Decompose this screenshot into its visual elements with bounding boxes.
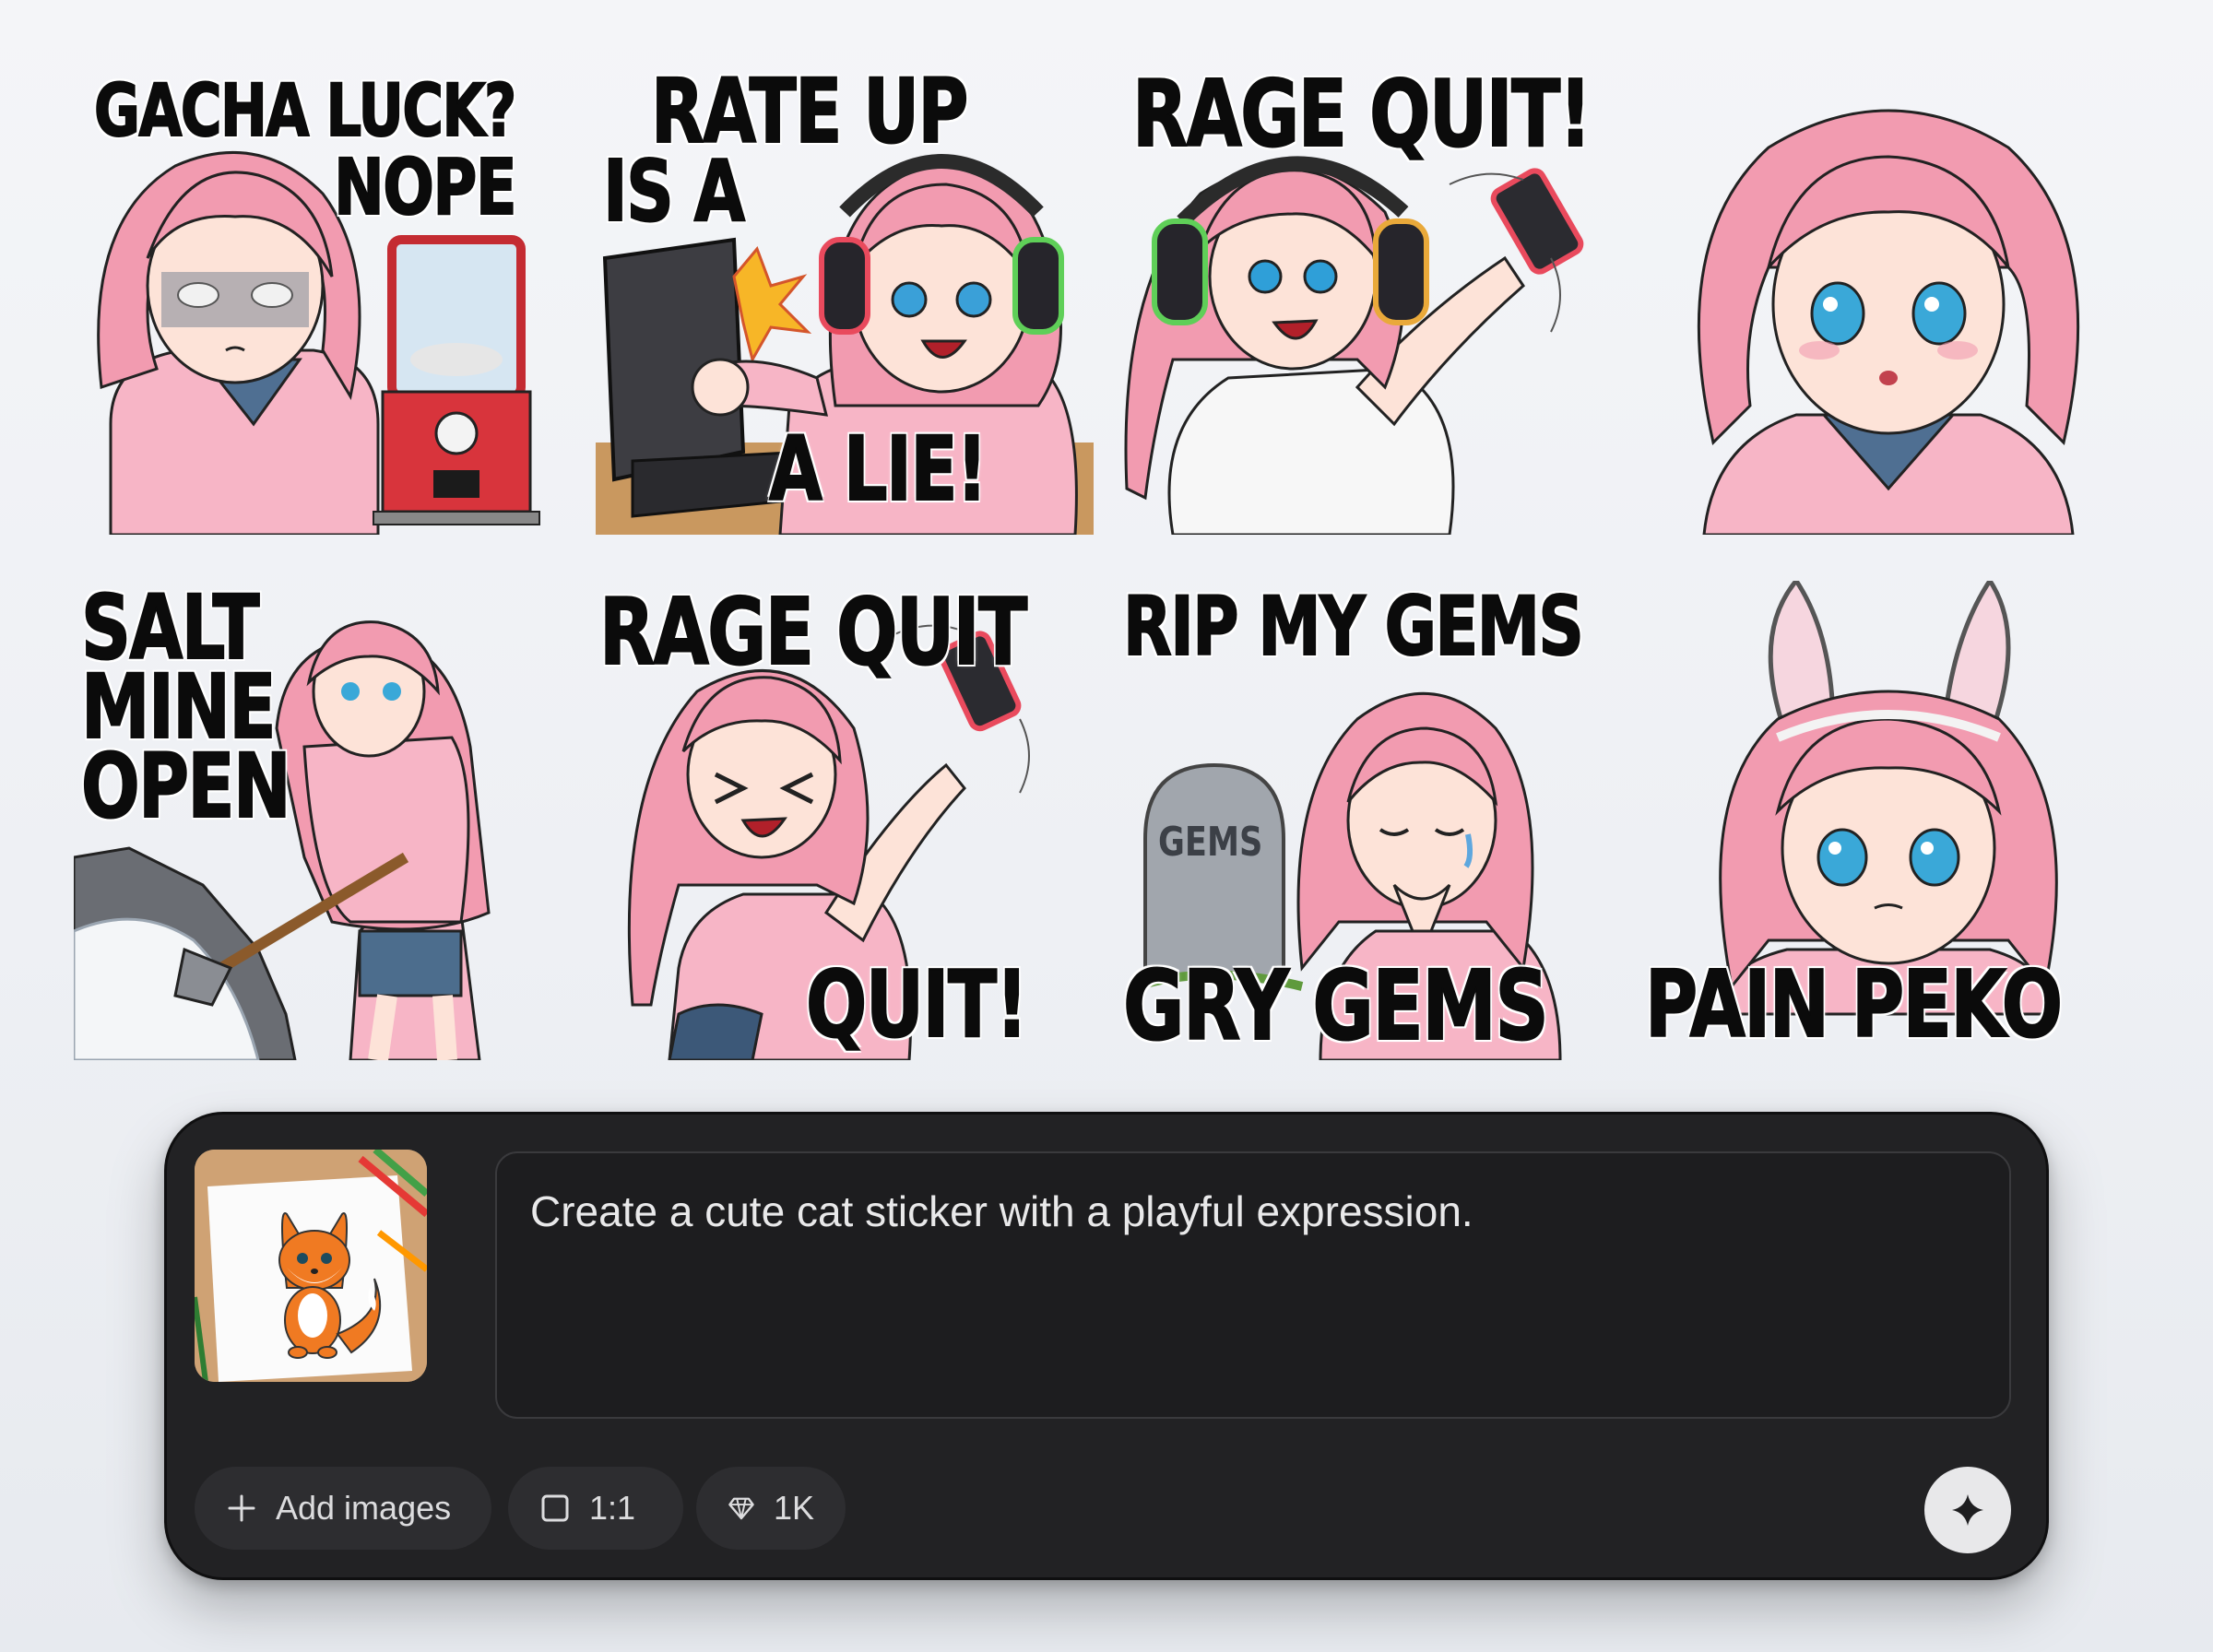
sticker-salt-mine[interactable]: SALT MINE OPEN (74, 581, 572, 1060)
generate-button[interactable] (1924, 1467, 2011, 1553)
sticker-rate-up-lie[interactable]: RATE UP IS A A LIE! (596, 55, 1094, 535)
aspect-ratio-button[interactable]: 1:1 (508, 1467, 683, 1550)
reference-image-thumbnail[interactable] (195, 1150, 427, 1382)
sticker-caption: NOPE (333, 142, 517, 232)
sticker-rage-quit-phone[interactable]: RAGE QUIT QUIT! (596, 581, 1094, 1060)
sticker-rage-quit-headset[interactable]: RAGE QUIT! (1118, 55, 1615, 535)
sparkle-icon (1952, 1494, 1983, 1526)
aspect-ratio-label: 1:1 (589, 1489, 636, 1527)
fox-drawing-image (195, 1150, 427, 1382)
prompt-text[interactable]: Create a cute cat sticker with a playful… (530, 1185, 1976, 1240)
sticker-gacha-luck[interactable]: GACHA LUCK? NOPE (74, 55, 572, 535)
prompt-input[interactable]: Create a cute cat sticker with a playful… (495, 1151, 2011, 1419)
sticker-caption: RIP MY GEMS (1122, 581, 1584, 674)
prompt-composer: Create a cute cat sticker with a playful… (164, 1112, 2049, 1580)
diamond-icon (728, 1497, 754, 1520)
square-icon (541, 1494, 569, 1522)
add-images-label: Add images (276, 1489, 452, 1527)
plus-icon (228, 1494, 255, 1522)
sticker-grid: GACHA LUCK? NOPE RATE UP IS A A LIE! RAG… (74, 55, 2139, 1060)
sticker-caption: IS A (602, 142, 746, 241)
sticker-rip-gems[interactable]: GEMS RIP MY GEMS GRY GEMS (1118, 581, 1615, 1060)
sticker-caption: RAGE QUIT! (1131, 60, 1592, 168)
sticker-caption: GACHA LUCK? (93, 70, 517, 153)
sticker-caption: QUIT! (805, 950, 1029, 1058)
sticker-caption: GRY GEMS (1122, 950, 1549, 1060)
add-images-button[interactable]: Add images (195, 1467, 491, 1550)
sticker-caption: RAGE QUIT (598, 581, 1028, 686)
resolution-button[interactable]: 1K (696, 1467, 846, 1550)
sticker-pain-peko[interactable]: PAIN PEKO (1639, 581, 2137, 1060)
sticker-art (1697, 109, 2080, 535)
sticker-worried[interactable] (1639, 55, 2137, 535)
sticker-caption: PAIN PEKO (1644, 950, 2064, 1058)
tombstone-label: GEMS (1158, 819, 1263, 866)
resolution-label: 1K (773, 1489, 814, 1527)
sticker-caption: OPEN (80, 735, 291, 838)
sticker-caption: A LIE! (768, 418, 988, 521)
